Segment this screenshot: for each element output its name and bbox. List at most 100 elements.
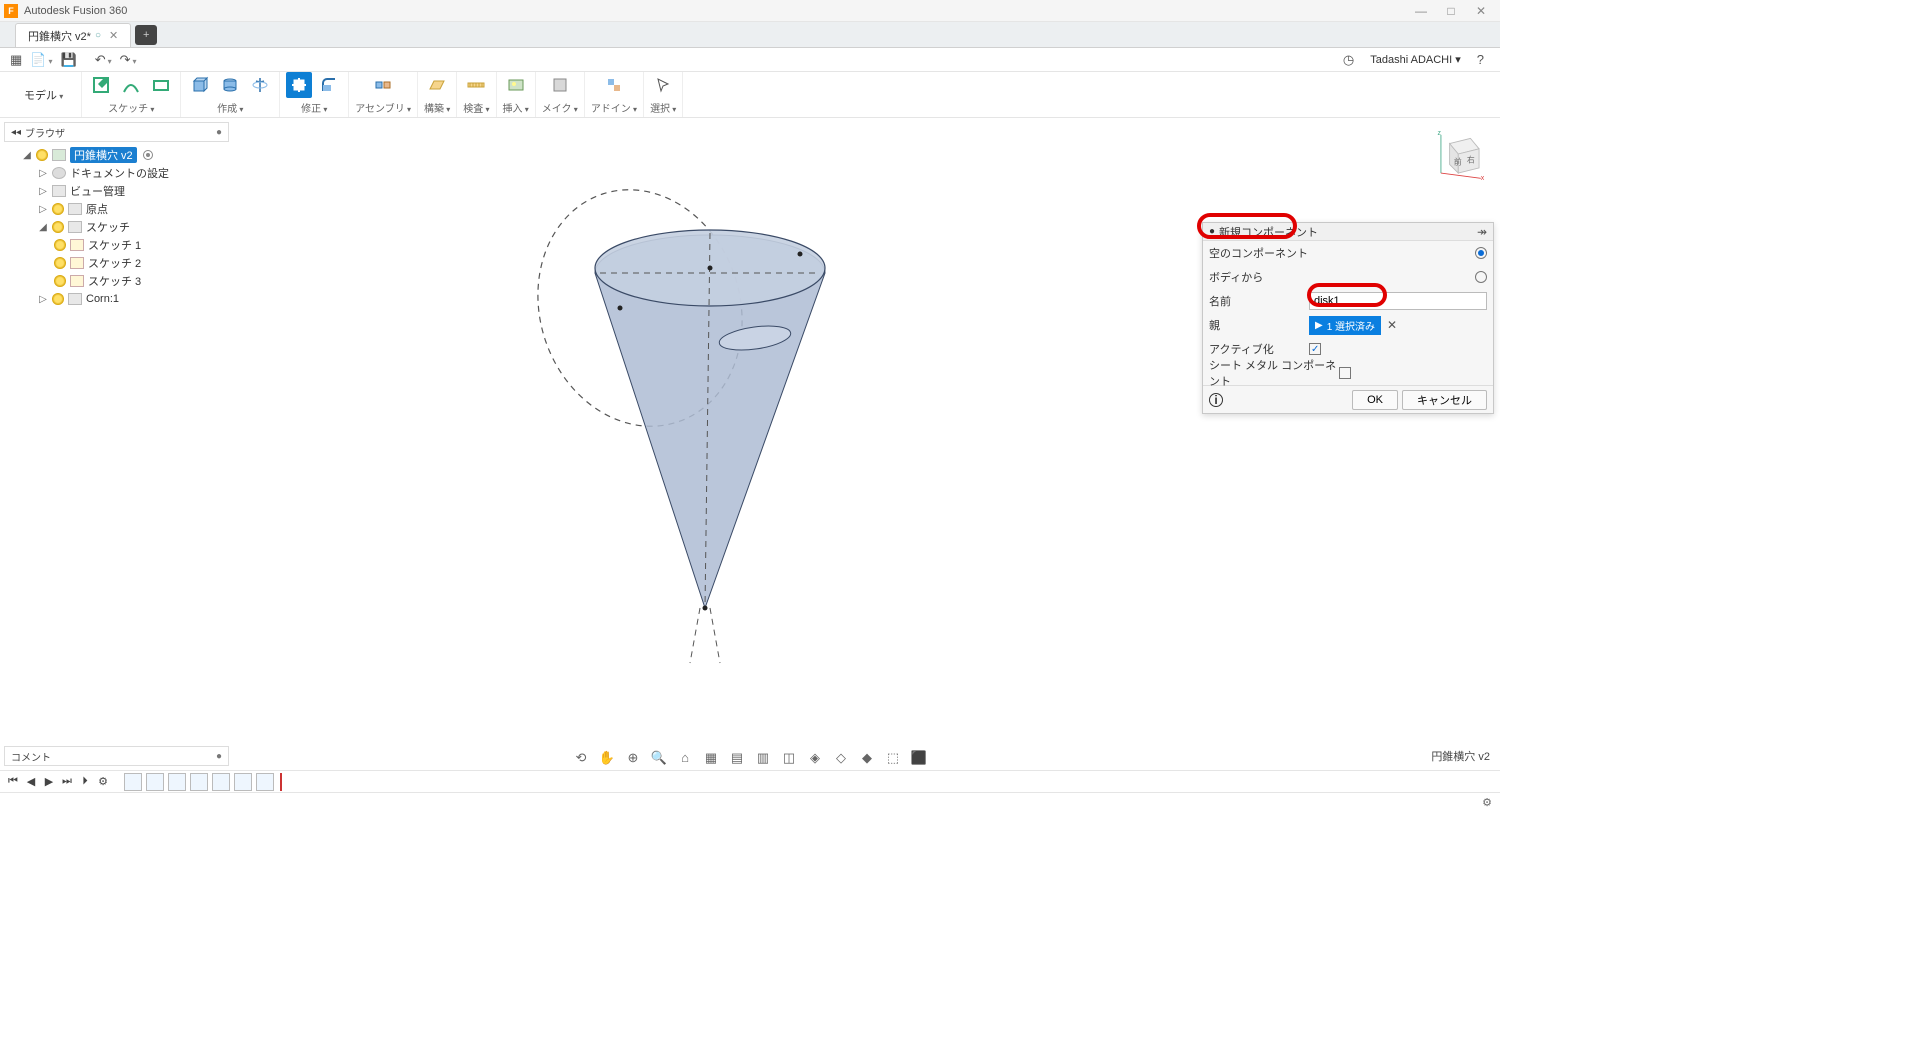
comment-panel[interactable]: コメント ● bbox=[4, 746, 229, 766]
window-minimize-button[interactable]: — bbox=[1406, 4, 1436, 18]
timeline-settings-button[interactable]: ⚙ bbox=[96, 775, 110, 788]
pan-button[interactable]: ✋ bbox=[598, 750, 616, 766]
tree-views[interactable]: ▷ビュー管理 bbox=[4, 182, 229, 200]
zoom-window-button[interactable]: 🔍 bbox=[650, 750, 668, 766]
toolbar-group-label[interactable]: 修正 bbox=[301, 98, 327, 117]
fit-button[interactable]: ⌂ bbox=[676, 750, 694, 766]
press-pull-icon[interactable] bbox=[286, 72, 312, 98]
timeline-feature[interactable] bbox=[190, 773, 208, 791]
visual-style-5-button[interactable]: ⬛ bbox=[910, 750, 928, 766]
timeline-feature[interactable] bbox=[234, 773, 252, 791]
dialog-header[interactable]: ● 新規コンポーネント ↠ bbox=[1203, 223, 1493, 241]
timeline-feature[interactable] bbox=[212, 773, 230, 791]
lightbulb-icon[interactable] bbox=[54, 275, 66, 287]
visual-style-2-button[interactable]: ◇ bbox=[832, 750, 850, 766]
dialog-info-button[interactable]: i bbox=[1209, 393, 1223, 407]
timeline-prev-button[interactable]: ◀ bbox=[24, 775, 38, 788]
data-panel-button[interactable]: ▦ bbox=[6, 52, 26, 68]
dialog-pin-button[interactable]: ↠ bbox=[1477, 225, 1487, 239]
line-icon[interactable] bbox=[118, 72, 144, 98]
lightbulb-icon[interactable] bbox=[54, 239, 66, 251]
toolbar-group-label[interactable]: 構築 bbox=[424, 98, 450, 117]
select-icon[interactable] bbox=[650, 72, 676, 98]
toolbar-group-label[interactable]: スケッチ bbox=[108, 98, 154, 117]
undo-button[interactable]: ↶ bbox=[91, 52, 116, 68]
joint-icon[interactable] bbox=[370, 72, 396, 98]
parent-selection-chip[interactable]: ▶1 選択済み bbox=[1309, 316, 1381, 335]
save-button[interactable]: 💾 bbox=[57, 52, 81, 68]
zoom-button[interactable]: ⊕ bbox=[624, 750, 642, 766]
from-body-radio[interactable] bbox=[1475, 271, 1487, 283]
timeline-feature[interactable] bbox=[168, 773, 186, 791]
browser-nav-icon[interactable]: ◂◂ bbox=[11, 127, 21, 138]
lightbulb-icon[interactable] bbox=[52, 293, 64, 305]
workspace-selector[interactable]: モデル bbox=[6, 72, 82, 117]
parent-clear-button[interactable]: ✕ bbox=[1387, 318, 1397, 332]
view-cube[interactable]: 前 右 z x bbox=[1434, 128, 1486, 180]
timeline-play-button[interactable]: ▶ bbox=[42, 775, 56, 788]
extrude-icon[interactable] bbox=[217, 72, 243, 98]
tree-sketch-folder[interactable]: ◢スケッチ bbox=[4, 218, 229, 236]
visual-style-button[interactable]: ◈ bbox=[806, 750, 824, 766]
viewport-button[interactable]: ▥ bbox=[754, 750, 772, 766]
file-menu-button[interactable]: 📄 bbox=[26, 52, 56, 68]
tree-root[interactable]: ◢円錐横穴 v2 bbox=[4, 146, 229, 164]
revolve-icon[interactable] bbox=[247, 72, 273, 98]
timeline-feature[interactable] bbox=[124, 773, 142, 791]
tree-origin[interactable]: ▷原点 bbox=[4, 200, 229, 218]
visual-style-4-button[interactable]: ⬚ bbox=[884, 750, 902, 766]
component-name-input[interactable] bbox=[1309, 292, 1487, 310]
toolbar-group-label[interactable]: メイク bbox=[542, 98, 578, 117]
lightbulb-icon[interactable] bbox=[36, 149, 48, 161]
sheetmetal-checkbox[interactable] bbox=[1339, 367, 1351, 379]
document-tab[interactable]: 円錐横穴 v2* ○ ✕ bbox=[15, 23, 131, 47]
browser-header[interactable]: ◂◂ ブラウザ ● bbox=[4, 122, 229, 142]
create-sketch-icon[interactable] bbox=[88, 72, 114, 98]
timeline-marker-icon[interactable] bbox=[280, 773, 282, 791]
activate-checkbox[interactable] bbox=[1309, 343, 1321, 355]
insert-icon[interactable] bbox=[503, 72, 529, 98]
redo-button[interactable]: ↷ bbox=[116, 52, 141, 68]
timeline-feature[interactable] bbox=[146, 773, 164, 791]
box-icon[interactable] bbox=[187, 72, 213, 98]
timeline-last-button[interactable]: ⏵ bbox=[78, 775, 92, 788]
window-close-button[interactable]: ✕ bbox=[1466, 4, 1496, 18]
toolbar-group-label[interactable]: 検査 bbox=[463, 98, 489, 117]
visual-style-3-button[interactable]: ◆ bbox=[858, 750, 876, 766]
rectangle-icon[interactable] bbox=[148, 72, 174, 98]
plane-icon[interactable] bbox=[424, 72, 450, 98]
empty-component-radio[interactable] bbox=[1475, 247, 1487, 259]
make-icon[interactable] bbox=[547, 72, 573, 98]
toolbar-group-label[interactable]: 作成 bbox=[217, 98, 243, 117]
display-settings-button[interactable]: ▦ bbox=[702, 750, 720, 766]
tree-sketch-item[interactable]: スケッチ 3 bbox=[4, 272, 229, 290]
job-status-icon[interactable]: ◷ bbox=[1339, 52, 1358, 68]
ok-button[interactable]: OK bbox=[1352, 390, 1398, 410]
comment-collapse-button[interactable]: ● bbox=[216, 751, 222, 762]
toolbar-group-label[interactable]: アセンブリ bbox=[355, 98, 411, 117]
toolbar-group-label[interactable]: 選択 bbox=[650, 98, 676, 117]
tree-sketch-item[interactable]: スケッチ 2 bbox=[4, 254, 229, 272]
lightbulb-icon[interactable] bbox=[52, 221, 64, 233]
window-maximize-button[interactable]: □ bbox=[1436, 4, 1466, 18]
timeline-first-button[interactable]: ⏮ bbox=[6, 775, 20, 788]
measure-icon[interactable] bbox=[463, 72, 489, 98]
record-icon[interactable] bbox=[143, 150, 153, 160]
tree-component[interactable]: ▷Corn:1 bbox=[4, 290, 229, 308]
toolbar-group-label[interactable]: 挿入 bbox=[503, 98, 529, 117]
toolbar-group-label[interactable]: アドイン bbox=[591, 98, 637, 117]
lightbulb-icon[interactable] bbox=[52, 203, 64, 215]
tree-doc-settings[interactable]: ▷ドキュメントの設定 bbox=[4, 164, 229, 182]
lightbulb-icon[interactable] bbox=[54, 257, 66, 269]
timeline-next-button[interactable]: ⏭ bbox=[60, 775, 74, 788]
help-button[interactable]: ? bbox=[1473, 52, 1488, 67]
tab-close-button[interactable]: ✕ bbox=[109, 29, 118, 42]
fillet-icon[interactable] bbox=[316, 72, 342, 98]
new-tab-button[interactable]: + bbox=[135, 25, 157, 45]
user-menu[interactable]: Tadashi ADACHI ▾ bbox=[1370, 53, 1461, 66]
addins-icon[interactable] bbox=[601, 72, 627, 98]
grid-settings-button[interactable]: ▤ bbox=[728, 750, 746, 766]
status-settings-button[interactable]: ⚙ bbox=[1482, 796, 1492, 809]
browser-collapse-button[interactable]: ● bbox=[216, 127, 222, 138]
layout-button[interactable]: ◫ bbox=[780, 750, 798, 766]
